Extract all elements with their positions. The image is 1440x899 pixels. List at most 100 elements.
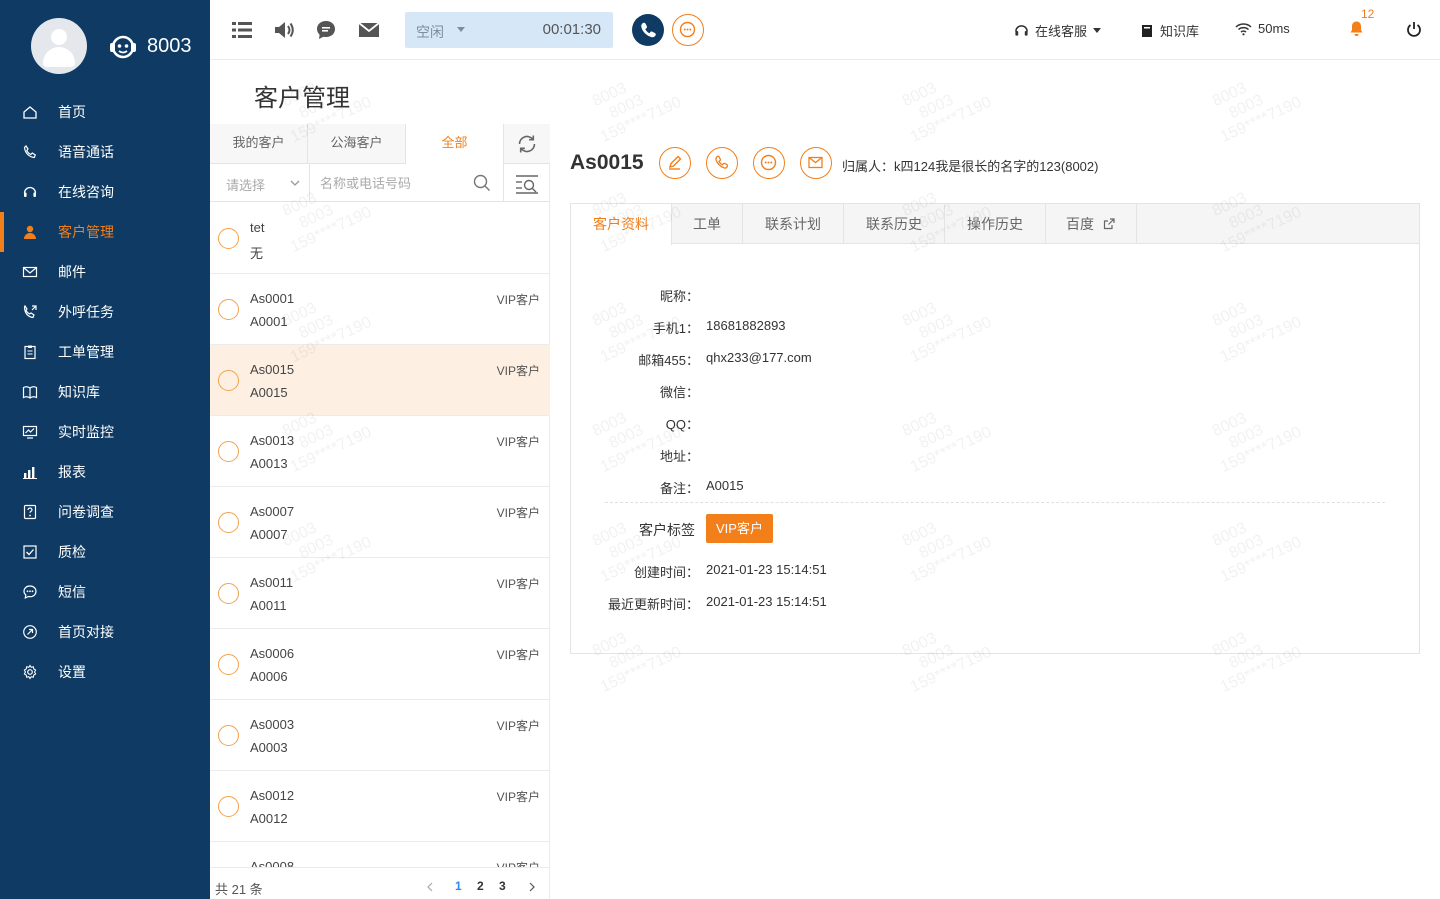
sidebar-item-user[interactable]: 客户管理: [0, 212, 210, 252]
tab-all-customers[interactable]: 全部: [406, 124, 504, 164]
tab-contact-history[interactable]: 联系历史: [844, 204, 945, 244]
page-1[interactable]: 1: [455, 879, 462, 893]
select-radio[interactable]: [218, 796, 239, 817]
sidebar-item-gear[interactable]: 设置: [0, 652, 210, 692]
knowledge-base-link[interactable]: 知识库: [1140, 21, 1199, 40]
customer-item-name: tet: [250, 220, 265, 235]
status-label: 空闲: [416, 24, 444, 40]
volume-icon[interactable]: [272, 18, 296, 42]
sidebar-item-outbound[interactable]: 外呼任务: [0, 292, 210, 332]
customer-list-item[interactable]: As0007 A0007 VIP客户: [210, 487, 550, 558]
customer-tag-badge[interactable]: VIP客户: [706, 514, 773, 543]
sidebar-item-sms[interactable]: 短信: [0, 572, 210, 612]
field-value: qhx233@177.com: [706, 350, 812, 365]
message-icon[interactable]: [314, 18, 338, 42]
chat-customer-button[interactable]: [753, 147, 785, 179]
call-customer-button[interactable]: [706, 147, 738, 179]
select-radio[interactable]: [218, 370, 239, 391]
sidebar-item-label: 实时监控: [58, 424, 114, 440]
customer-item-tag: VIP客户: [496, 435, 540, 449]
sidebar-item-home[interactable]: 首页: [0, 92, 210, 132]
tab-my-customers[interactable]: 我的客户: [210, 124, 308, 164]
search-icon[interactable]: [473, 174, 491, 192]
phone-icon: [641, 22, 656, 38]
sidebar-item-link[interactable]: 首页对接: [0, 612, 210, 652]
sidebar-item-book[interactable]: 知识库: [0, 372, 210, 412]
sidebar-item-label: 设置: [58, 664, 86, 680]
field-label: 微信：: [659, 385, 699, 400]
customer-list-item[interactable]: As0001 A0001 VIP客户: [210, 274, 550, 345]
sidebar-item-monitor[interactable]: 实时监控: [0, 412, 210, 452]
next-page-icon[interactable]: [528, 882, 536, 892]
customer-item-tag: VIP客户: [496, 506, 540, 520]
tab-contact-plan[interactable]: 联系计划: [743, 204, 844, 244]
tab-public-customers[interactable]: 公海客户: [308, 124, 406, 164]
refresh-button[interactable]: [504, 124, 550, 164]
notification-count: 12: [1361, 7, 1375, 21]
select-radio[interactable]: [218, 725, 239, 746]
search-box: [310, 164, 504, 202]
sidebar-item-clipboard[interactable]: 工单管理: [0, 332, 210, 372]
select-radio[interactable]: [218, 299, 239, 320]
sidebar-item-headset[interactable]: 在线咨询: [0, 172, 210, 212]
search-input[interactable]: [320, 170, 470, 196]
wifi-icon: [1235, 22, 1252, 35]
customer-list-item[interactable]: tet 无: [210, 203, 550, 274]
page-title: 客户管理: [254, 85, 350, 112]
sidebar-item-label: 语音通话: [58, 144, 114, 160]
sidebar-item-mail[interactable]: 邮件: [0, 252, 210, 292]
agent-status-select[interactable]: 空闲 00:01:30: [405, 12, 613, 48]
avatar[interactable]: [31, 18, 87, 74]
sidebar-item-phone[interactable]: 语音通话: [0, 132, 210, 172]
customer-item-name: As0013: [250, 433, 295, 448]
select-radio[interactable]: [218, 441, 239, 462]
field-label: 备注：: [659, 481, 699, 496]
tab-customer-info[interactable]: 客户资料: [571, 204, 672, 245]
sidebar-item-survey[interactable]: 问卷调查: [0, 492, 210, 532]
customer-list: tet 无 As0001 A0001 VIP客户 As0015 A0015 VIP客户 As00…: [210, 203, 550, 867]
customer-item-tag: VIP客户: [496, 577, 540, 591]
sidebar-item-label: 知识库: [58, 384, 100, 400]
select-radio[interactable]: [218, 654, 239, 675]
filter-select[interactable]: 请选择: [210, 164, 310, 202]
filter-placeholder: 请选择: [226, 178, 266, 193]
customer-list-item[interactable]: As0013 A0013 VIP客户: [210, 416, 550, 487]
select-radio[interactable]: [218, 228, 239, 249]
customer-list-item[interactable]: As0008 VIP客户: [210, 842, 550, 867]
customer-list-item[interactable]: As0003 A0003 VIP客户: [210, 700, 550, 771]
tab-operation-history[interactable]: 操作历史: [945, 204, 1046, 244]
bell-icon[interactable]: [1349, 20, 1364, 37]
power-icon[interactable]: [1406, 21, 1422, 38]
sidebar-item-quality[interactable]: 质检: [0, 532, 210, 572]
select-radio[interactable]: [218, 583, 239, 604]
page-3[interactable]: 3: [499, 879, 506, 893]
sidebar-item-label: 客户管理: [58, 224, 114, 240]
agent-id: 8003: [147, 35, 192, 57]
chat-button[interactable]: [672, 14, 704, 46]
customer-item-name: As0012: [250, 788, 295, 803]
tab-work-order[interactable]: 工单: [672, 204, 743, 244]
customer-list-item[interactable]: As0006 A0006 VIP客户: [210, 629, 550, 700]
total-count: 共 21 条: [215, 882, 263, 897]
updated-value: 2021-01-23 15:14:51: [706, 594, 827, 609]
mail-icon[interactable]: [357, 18, 381, 42]
advanced-search-button[interactable]: [504, 164, 550, 202]
customer-list-item[interactable]: As0015 A0015 VIP客户: [210, 345, 550, 416]
select-radio[interactable]: [218, 512, 239, 533]
sidebar-header: 8003: [0, 0, 210, 92]
email-customer-button[interactable]: [800, 147, 832, 179]
prev-page-icon[interactable]: [426, 882, 434, 892]
page-2[interactable]: 2: [477, 879, 484, 893]
list-icon[interactable]: [230, 18, 254, 42]
call-button[interactable]: [632, 14, 664, 46]
customer-list-item[interactable]: As0011 A0011 VIP客户: [210, 558, 550, 629]
customer-list-item[interactable]: As0012 A0012 VIP客户: [210, 771, 550, 842]
created-label: 创建时间：: [633, 565, 699, 580]
edit-button[interactable]: [659, 147, 691, 179]
customer-item-tag: VIP客户: [496, 790, 540, 804]
owner-name: k四124我是很长的名字的123(8002): [894, 159, 1099, 174]
customer-item-number: A0012: [250, 811, 288, 826]
tab-baidu[interactable]: 百度: [1046, 204, 1137, 244]
sidebar-item-bar-chart[interactable]: 报表: [0, 452, 210, 492]
online-service-dropdown[interactable]: 在线客服: [1014, 21, 1102, 40]
